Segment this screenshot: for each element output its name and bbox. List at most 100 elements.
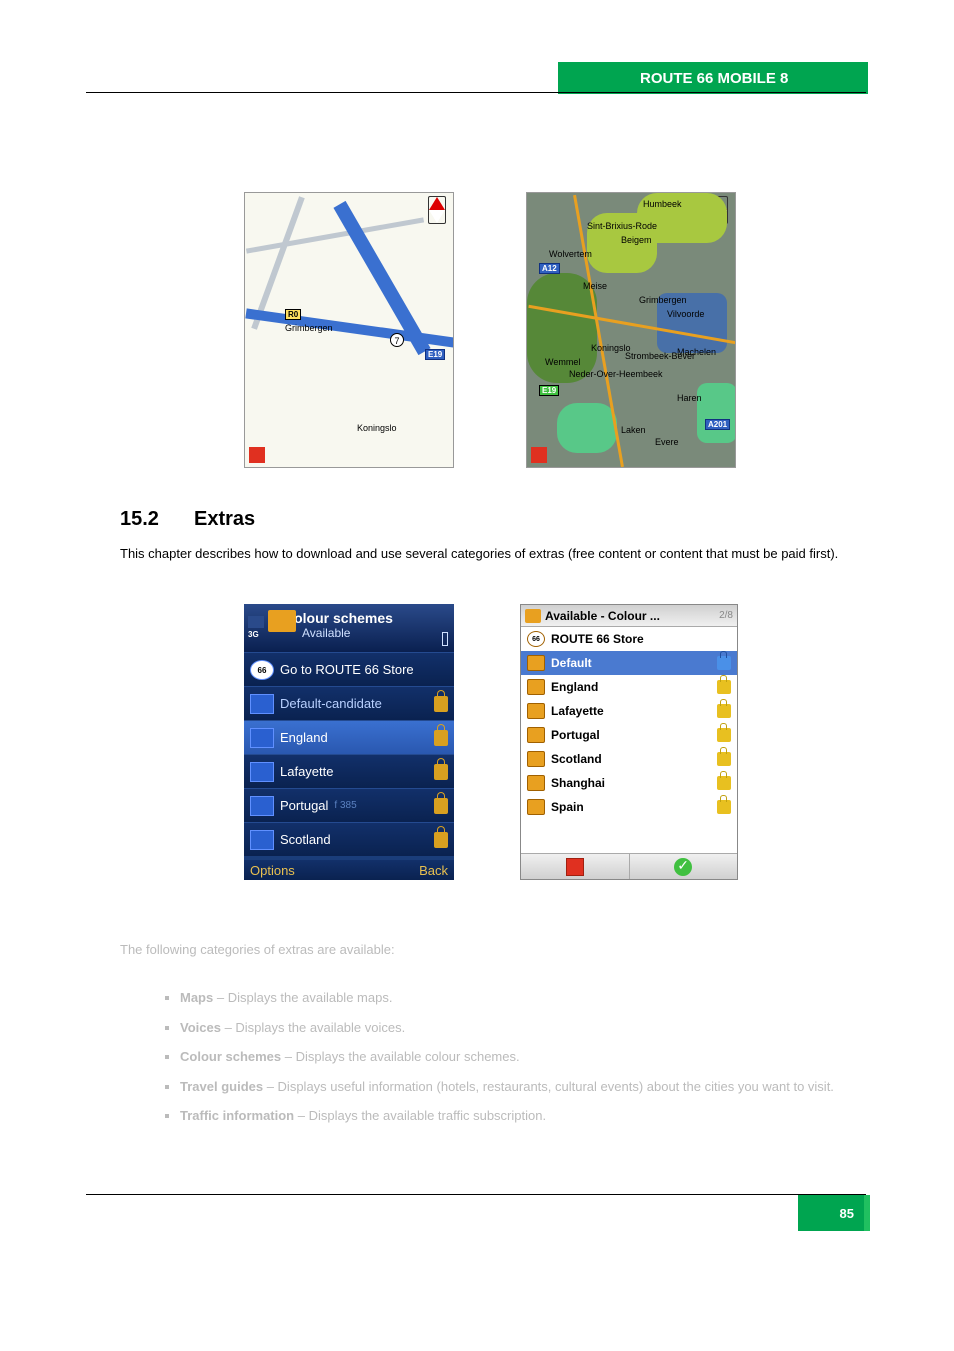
win-title: Available - Colour ...	[545, 609, 660, 623]
place-label: Neder-Over-Heembeek	[569, 369, 663, 379]
row-portugal[interactable]: Portugal	[521, 723, 737, 747]
extras-list: Maps – Displays the available maps. Voic…	[180, 988, 860, 1136]
footer-rule	[86, 1194, 866, 1195]
row-england[interactable]: England	[521, 675, 737, 699]
row-default[interactable]: Default	[521, 651, 737, 675]
section-intro: This chapter describes how to download a…	[120, 544, 860, 564]
place-label: Humbeek	[643, 199, 682, 209]
road-badge-a201: A201	[705, 419, 730, 430]
place-label: Koningslo	[357, 423, 397, 433]
lock-icon	[717, 656, 731, 670]
row-label: Portugal	[280, 798, 328, 813]
scheme-icon	[250, 762, 274, 782]
place-label: Wolvertem	[549, 249, 592, 259]
row-label: Lafayette	[551, 704, 604, 718]
place-label: Machelen	[677, 347, 716, 357]
row-label: Shanghai	[551, 776, 605, 790]
page-number: 85	[840, 1204, 854, 1224]
row-england[interactable]: England	[244, 720, 454, 754]
row-scotland[interactable]: Scotland	[244, 822, 454, 856]
scheme-icon	[527, 799, 545, 815]
check-icon	[674, 858, 692, 876]
lock-icon	[717, 728, 731, 742]
row-store[interactable]: 66 Go to ROUTE 66 Store	[244, 652, 454, 686]
footer-accent	[798, 1195, 870, 1231]
lock-icon	[717, 800, 731, 814]
section-title: Extras	[194, 508, 255, 531]
lock-icon	[434, 764, 448, 780]
softkey-back[interactable]: Back	[419, 863, 448, 878]
row-label: Portugal	[551, 728, 600, 742]
signal-icon	[248, 608, 264, 628]
win-toolbar	[521, 853, 737, 879]
row-shanghai[interactable]: Shanghai	[521, 771, 737, 795]
place-label: Vilvoorde	[667, 309, 704, 319]
lock-icon	[717, 776, 731, 790]
phone-screenshot-windows: Available - Colour ... 2/8 66 ROUTE 66 S…	[520, 604, 738, 880]
road-badge-e19: E19	[539, 385, 559, 396]
lock-icon	[717, 704, 731, 718]
phone-subtitle: Available	[284, 626, 448, 640]
place-label: Meise	[583, 281, 607, 291]
scheme-icon	[527, 751, 545, 767]
row-label: Lafayette	[280, 764, 334, 779]
lock-icon	[434, 730, 448, 746]
phone-screenshot-symbian: Colour schemes Available 66 Go to ROUTE …	[244, 604, 454, 880]
place-label: Evere	[655, 437, 679, 447]
row-store[interactable]: 66 ROUTE 66 Store	[521, 627, 737, 651]
row-lafayette[interactable]: Lafayette	[521, 699, 737, 723]
grid-icon	[566, 858, 584, 876]
place-label: Haren	[677, 393, 702, 403]
row-portugal[interactable]: Portugal f 385	[244, 788, 454, 822]
menu-button[interactable]	[521, 854, 630, 879]
lock-icon	[717, 680, 731, 694]
row-lafayette[interactable]: Lafayette	[244, 754, 454, 788]
row-label: England	[551, 680, 598, 694]
row-spain[interactable]: Spain	[521, 795, 737, 819]
row-label: Go to ROUTE 66 Store	[280, 662, 414, 677]
lock-icon	[717, 752, 731, 766]
exit-number: 7	[390, 333, 404, 347]
scheme-icon	[527, 727, 545, 743]
bullet-colourschemes: Colour schemes – Displays the available …	[180, 1047, 860, 1067]
route66-icon: 66	[250, 660, 274, 680]
header-rule	[86, 92, 866, 93]
scheme-icon	[250, 694, 274, 714]
place-label: Beigem	[621, 235, 652, 245]
battery-icon	[442, 632, 448, 646]
row-label: Scotland	[280, 832, 331, 847]
product-name: ROUTE 66 MOBILE 8	[640, 68, 788, 91]
row-label: Scotland	[551, 752, 602, 766]
bullet-voices: Voices – Displays the available voices.	[180, 1018, 860, 1038]
softkey-options[interactable]: Options	[250, 863, 295, 878]
lock-icon	[434, 832, 448, 848]
row-scotland[interactable]: Scotland	[521, 747, 737, 771]
bullet-travelguides: Travel guides – Displays useful informat…	[180, 1077, 860, 1097]
scheme-icon	[250, 796, 274, 816]
row-label: Spain	[551, 800, 584, 814]
place-label: Grimbergen	[285, 323, 333, 333]
scheme-icon	[527, 679, 545, 695]
phone-title: Colour schemes	[284, 610, 448, 626]
place-label: Grimbergen	[639, 295, 687, 305]
section-number: 15.2	[120, 508, 159, 531]
map-menu-icon	[531, 447, 547, 463]
row-label: England	[280, 730, 328, 745]
ok-button[interactable]	[630, 854, 738, 879]
scheme-icon	[527, 775, 545, 791]
place-label: Sint-Brixius-Rode	[587, 221, 657, 231]
road-badge-e19: E19	[425, 349, 445, 360]
lock-icon	[434, 696, 448, 712]
map-menu-icon	[249, 447, 265, 463]
road-badge-a12: A12	[539, 263, 560, 274]
extras-intro: The following categories of extras are a…	[120, 940, 860, 960]
row-default[interactable]: Default-candidate	[244, 686, 454, 720]
phone-header: Colour schemes Available	[244, 604, 454, 652]
map-screenshot-colorscheme: Humbeek Sint-Brixius-Rode Beigem Wolvert…	[526, 192, 736, 468]
scheme-icon	[250, 728, 274, 748]
phone-softkeys: Options Back	[244, 860, 454, 880]
scheme-icon	[250, 830, 274, 850]
row-label: Default	[551, 656, 592, 670]
faint-text: f 385	[334, 800, 356, 811]
row-label: ROUTE 66 Store	[551, 632, 644, 646]
